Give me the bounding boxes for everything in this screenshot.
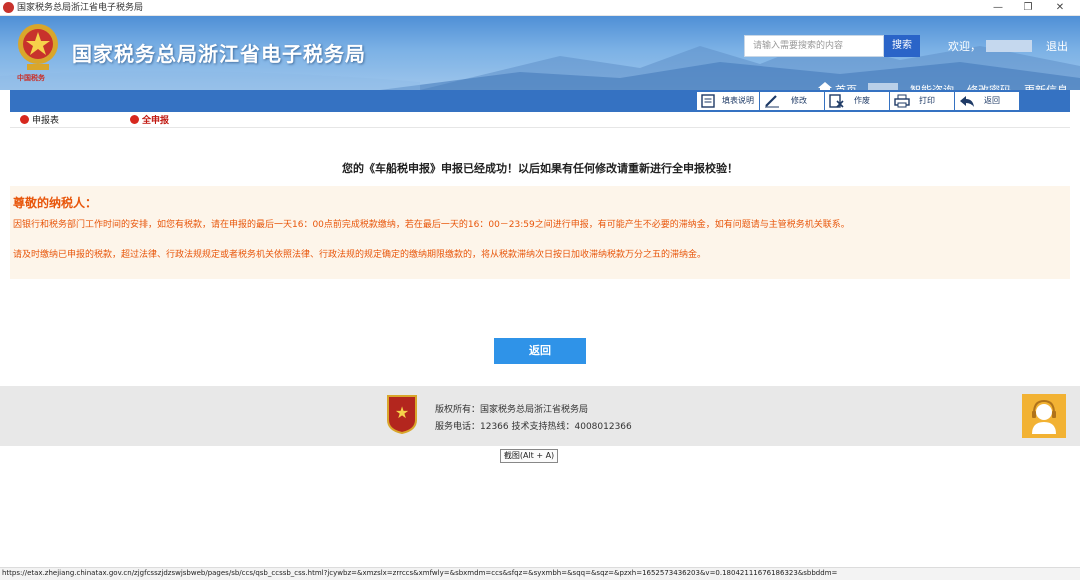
browser-statusbar: https://etax.zhejiang.chinatax.gov.cn/zj… [0, 567, 1080, 580]
print-button[interactable]: 打印 [890, 92, 954, 110]
emblem-caption: 中国税务 [17, 74, 45, 82]
nav-redacted [868, 83, 898, 90]
void-icon [829, 94, 844, 108]
nav-smart-consult-link[interactable]: 智能咨询 [910, 82, 954, 90]
logout-link[interactable]: 退出 [1046, 38, 1068, 54]
success-message: 您的《车船税申报》申报已经成功！以后如果有任何修改请重新进行全申报校验！ [342, 162, 738, 175]
window-titlebar: 国家税务总局浙江省电子税务局 — ❐ ✕ [0, 0, 1080, 16]
tab-full-declaration[interactable]: 全申报 [130, 115, 169, 127]
edit-button[interactable]: 修改 [760, 92, 824, 110]
instructions-label: 填表说明 [722, 96, 754, 105]
tab-full-declaration-label: 全申报 [142, 116, 170, 126]
site-header: 中国税务 国家税务总局浙江省电子税务局 请输入需要搜索的内容 搜索 欢迎， 退出… [0, 16, 1080, 90]
nav-update-info-link[interactable]: 更新信息 [1024, 82, 1068, 90]
notice-paragraph-late-fee: 请及时缴纳已申报的税款，超过法律、行政法规规定或者税务机关依照法律、行政法规的规… [13, 250, 707, 260]
tax-emblem-logo [18, 24, 58, 70]
back-arrow-icon [960, 96, 974, 107]
instructions-icon [701, 94, 715, 108]
tab-declaration-form[interactable]: 申报表 [20, 115, 59, 127]
tab-marker-icon [130, 115, 139, 124]
back-button[interactable]: 返回 [955, 92, 1019, 110]
instructions-button[interactable]: 填表说明 [697, 92, 759, 110]
print-label: 打印 [919, 96, 935, 105]
nav-change-password-link[interactable]: 修改密码 [967, 82, 1011, 90]
status-url: https://etax.zhejiang.chinatax.gov.cn/zj… [2, 569, 838, 577]
edit-label: 修改 [791, 96, 807, 105]
edit-icon [765, 95, 779, 108]
print-icon [894, 94, 910, 108]
footer-copyright: 版权所有：国家税务总局浙江省税务局 [435, 405, 589, 415]
tax-service-badge-icon: ★ [387, 395, 417, 434]
app-icon [3, 2, 14, 13]
site-title: 国家税务总局浙江省电子税务局 [72, 42, 366, 66]
back-label: 返回 [984, 96, 1000, 105]
notice-panel: 尊敬的纳税人： 因银行和税务部门工作时间的安排，如您有税款，请在申报的最后一天1… [10, 186, 1070, 279]
return-button[interactable]: 返回 [494, 338, 586, 364]
welcome-text: 欢迎， [948, 40, 981, 53]
site-footer: ★ 版权所有：国家税务总局浙江省税务局 服务电话：12366 技术支持热线：40… [0, 386, 1080, 446]
notice-title: 尊敬的纳税人： [13, 196, 98, 210]
username-redacted [986, 40, 1032, 52]
svg-text:★: ★ [395, 403, 409, 422]
footer-contact: 服务电话：12366 技术支持热线：4008012366 [435, 422, 632, 432]
tab-marker-icon [20, 115, 29, 124]
search-button[interactable]: 搜索 [884, 35, 920, 57]
home-icon [818, 82, 832, 90]
form-toolbar: 填表说明 修改 作废 打印 返回 [10, 90, 1070, 112]
void-label: 作废 [854, 96, 870, 105]
tab-declaration-form-label: 申报表 [32, 116, 60, 126]
close-button[interactable]: ✕ [1042, 0, 1078, 16]
void-button[interactable]: 作废 [825, 92, 889, 110]
headset-agent-icon [1032, 399, 1056, 434]
customer-service-icon[interactable] [1022, 394, 1066, 438]
search-input[interactable]: 请输入需要搜索的内容 [744, 35, 884, 57]
nav-home-link[interactable]: 首页 [835, 82, 857, 90]
form-tabs: 申报表 全申报 [10, 114, 1070, 128]
window-title: 国家税务总局浙江省电子税务局 [17, 3, 144, 13]
notice-paragraph-payment-time: 因银行和税务部门工作时间的安排，如您有税款，请在申报的最后一天16：00点前完成… [13, 220, 850, 230]
restore-button[interactable]: ❐ [1010, 0, 1046, 16]
screenshot-tooltip: 截图(Alt + A) [500, 449, 558, 463]
